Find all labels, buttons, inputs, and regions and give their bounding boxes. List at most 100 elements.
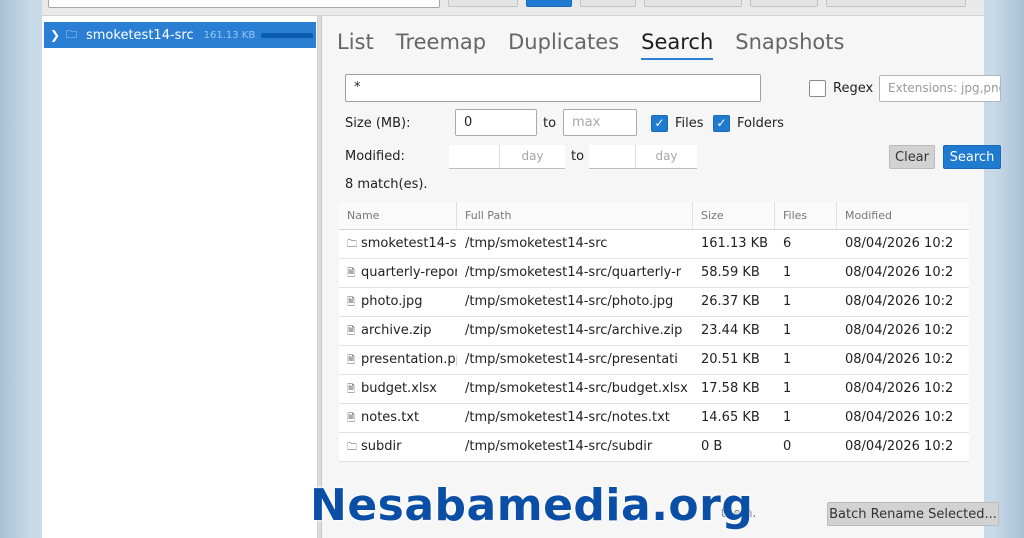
modified-to-input[interactable]: day	[589, 145, 697, 169]
size-to-label: to	[543, 116, 557, 131]
folder-tree: ❯ 🗀 smoketest14-src 161.13 KB	[42, 16, 318, 538]
modified-from-blank	[449, 145, 499, 168]
extensions-input[interactable]: Extensions: jpg,png	[879, 75, 1001, 102]
cell-modified: 08/04/2026 10:2	[845, 439, 954, 454]
cell-name: 🗎 budget.xlsx	[339, 375, 457, 403]
cell-size: 58.59 KB	[701, 265, 760, 280]
size-label: Size (MB):	[345, 116, 411, 131]
cell-name: 🗎 photo.jpg	[339, 288, 457, 316]
cell-files: 1	[783, 381, 792, 396]
tab-list[interactable]: List	[337, 30, 374, 60]
toolbar-button-4[interactable]	[750, 0, 818, 7]
cell-files: 1	[783, 323, 792, 338]
modified-to-label: to	[571, 149, 585, 164]
cell-name-text: archive.zip	[361, 323, 432, 338]
watermark-text: Nesabamedia.org	[310, 480, 754, 531]
toolbar-button-2[interactable]	[580, 0, 636, 7]
modified-to-day: day	[635, 145, 697, 168]
cell-files: 1	[783, 265, 792, 280]
tab-treemap[interactable]: Treemap	[396, 30, 486, 60]
modified-from-input[interactable]: day	[449, 145, 565, 169]
column-header-path[interactable]: Full Path	[457, 202, 693, 229]
file-icon: 🗎	[347, 384, 356, 395]
folder-icon: 🗀	[347, 239, 357, 250]
column-header-name[interactable]: Name	[339, 202, 457, 229]
cell-modified: 08/04/2026 10:2	[845, 323, 954, 338]
regex-label: Regex	[833, 81, 874, 96]
table-row[interactable]: 🗀 smoketest14-src/tmp/smoketest14-src 161.…	[339, 230, 969, 259]
match-count: 8 match(es).	[345, 177, 428, 192]
files-checkbox[interactable]: ✓	[651, 115, 668, 132]
toolbar-button-5[interactable]	[826, 0, 966, 7]
search-query-input[interactable]: *	[345, 74, 761, 102]
tree-item-label: smoketest14-src	[86, 27, 194, 43]
modified-from-day: day	[499, 145, 565, 168]
column-header-size[interactable]: Size	[693, 202, 775, 229]
cell-name-text: smoketest14-src	[361, 236, 457, 251]
table-row[interactable]: 🗎 photo.jpg/tmp/smoketest14-src/photo.jpg…	[339, 288, 969, 317]
cell-modified: 08/04/2026 10:2	[845, 352, 954, 367]
table-row[interactable]: 🗎 budget.xlsx/tmp/smoketest14-src/budget.…	[339, 375, 969, 404]
cell-name-text: presentation.pptx	[361, 352, 457, 367]
cell-name-text: notes.txt	[361, 410, 420, 425]
cell-path: /tmp/smoketest14-src	[465, 236, 608, 251]
regex-checkbox[interactable]	[809, 80, 826, 97]
search-button[interactable]: Search	[943, 145, 1001, 169]
cell-files: 0	[783, 439, 792, 454]
cell-path: /tmp/smoketest14-src/photo.jpg	[465, 294, 674, 309]
tab-snapshots[interactable]: Snapshots	[735, 30, 844, 60]
table-row[interactable]: 🗎 notes.txt/tmp/smoketest14-src/notes.txt…	[339, 404, 969, 433]
cell-size: 23.44 KB	[701, 323, 760, 338]
file-icon: 🗎	[347, 413, 356, 424]
tree-item-root[interactable]: ❯ 🗀 smoketest14-src 161.13 KB	[44, 22, 316, 48]
tree-item-size: 161.13 KB	[203, 29, 256, 41]
size-max-input[interactable]: max	[563, 109, 637, 136]
table-row[interactable]: 🗀 subdir/tmp/smoketest14-src/subdir 0 B 0 08…	[339, 433, 969, 462]
path-input[interactable]	[48, 0, 440, 8]
cell-name: 🗀 subdir	[339, 433, 457, 461]
toolbar-scan-button[interactable]	[526, 0, 572, 7]
toolbar-button-1[interactable]	[448, 0, 518, 7]
file-icon: 🗎	[347, 355, 356, 366]
cell-modified: 08/04/2026 10:2	[845, 265, 954, 280]
toolbar-button-3[interactable]	[644, 0, 742, 7]
file-icon: 🗎	[347, 297, 356, 308]
cell-modified: 08/04/2026 10:2	[845, 410, 954, 425]
table-body: 🗀 smoketest14-src/tmp/smoketest14-src 161.…	[339, 230, 969, 462]
cell-name: 🗎 notes.txt	[339, 404, 457, 432]
cell-path: /tmp/smoketest14-src/archive.zip	[465, 323, 683, 338]
column-header-modified[interactable]: Modified	[837, 202, 969, 229]
folder-icon: 🗀	[66, 27, 77, 41]
cell-files: 1	[783, 410, 792, 425]
cell-name-text: budget.xlsx	[361, 381, 437, 396]
size-bar	[261, 32, 314, 38]
size-min-input[interactable]: 0	[455, 109, 537, 136]
cell-name: 🗎 archive.zip	[339, 317, 457, 345]
pane-splitter[interactable]	[318, 16, 322, 538]
folder-icon: 🗀	[347, 442, 357, 453]
table-row[interactable]: 🗎 quarterly-report/tmp/smoketest14-src/qu…	[339, 259, 969, 288]
cell-name: 🗎 quarterly-report	[339, 259, 457, 287]
modified-to-blank	[589, 145, 635, 168]
cell-size: 0 B	[701, 439, 723, 454]
tab-duplicates[interactable]: Duplicates	[508, 30, 619, 60]
cell-size: 20.51 KB	[701, 352, 760, 367]
chevron-right-icon[interactable]: ❯	[44, 28, 66, 42]
cell-files: 1	[783, 294, 792, 309]
tab-search[interactable]: Search	[641, 30, 714, 60]
clear-button[interactable]: Clear	[889, 145, 935, 169]
cell-size: 14.65 KB	[701, 410, 760, 425]
cell-files: 6	[783, 236, 792, 251]
batch-rename-button[interactable]: Batch Rename Selected...	[827, 502, 999, 526]
cell-path: /tmp/smoketest14-src/notes.txt	[465, 410, 670, 425]
table-row[interactable]: 🗎 archive.zip/tmp/smoketest14-src/archive…	[339, 317, 969, 346]
table-row[interactable]: 🗎 presentation.pptx/tmp/smoketest14-src/p…	[339, 346, 969, 375]
table-header: Name Full Path Size Files Modified	[339, 202, 969, 230]
folders-checkbox[interactable]: ✓	[713, 115, 730, 132]
app-window: ❯ 🗀 smoketest14-src 161.13 KB List Treem…	[42, 0, 1001, 538]
files-label: Files	[675, 116, 704, 131]
cell-size: 26.37 KB	[701, 294, 760, 309]
cell-name: 🗎 presentation.pptx	[339, 346, 457, 374]
column-header-files[interactable]: Files	[775, 202, 837, 229]
cell-path: /tmp/smoketest14-src/budget.xlsx	[465, 381, 688, 396]
